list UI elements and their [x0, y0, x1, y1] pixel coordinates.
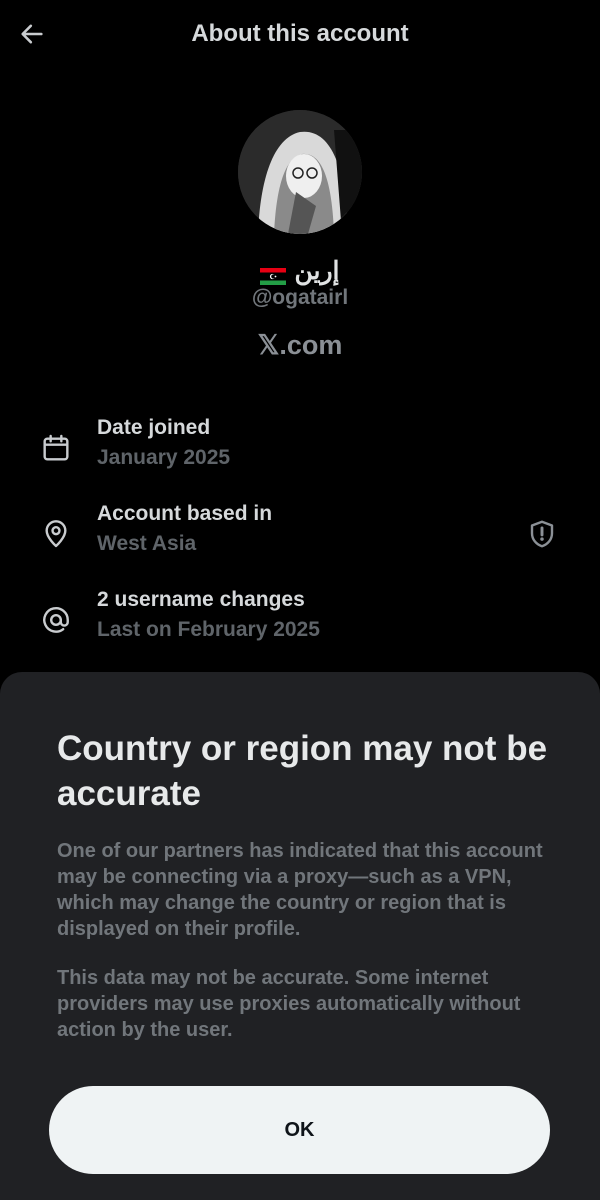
ok-button[interactable]: OK [49, 1086, 550, 1174]
header: About this account [0, 0, 600, 70]
sheet-title: Country or region may not be accurate [57, 729, 548, 813]
at-sign-icon [36, 600, 76, 640]
row-title: 2 username changes [97, 588, 305, 611]
domain-label: 𝕏.com [257, 330, 343, 360]
page-title: About this account [191, 20, 409, 47]
row-title: Date joined [97, 416, 211, 439]
display-name-row: إرين [0, 256, 600, 286]
row-subtitle: Last on February 2025 [97, 618, 320, 641]
info-row-account-based-in[interactable]: Account based in West Asia [0, 502, 600, 566]
flag-emoji-icon [260, 263, 287, 285]
avatar[interactable] [238, 110, 362, 234]
bottom-sheet: Country or region may not be accurate On… [0, 672, 600, 1200]
info-row-username-changes: 2 username changes Last on February 2025 [0, 588, 600, 652]
row-subtitle: West Asia [97, 532, 197, 555]
user-handle: @ogatairl [251, 286, 349, 309]
display-name: إرين [294, 257, 340, 285]
row-title: Account based in [97, 502, 273, 525]
sheet-paragraph: One of our partners has indicated that t… [57, 840, 543, 940]
shield-alert-icon[interactable] [520, 512, 564, 556]
info-row-date-joined: Date joined January 2025 [0, 416, 600, 480]
about-account-screen: About this account إرين @ogatairl 𝕏.com … [0, 0, 600, 1200]
location-pin-icon [36, 514, 76, 554]
calendar-icon [36, 428, 76, 468]
sheet-paragraph: This data may not be accurate. Some inte… [57, 967, 521, 1041]
row-subtitle: January 2025 [97, 446, 231, 469]
